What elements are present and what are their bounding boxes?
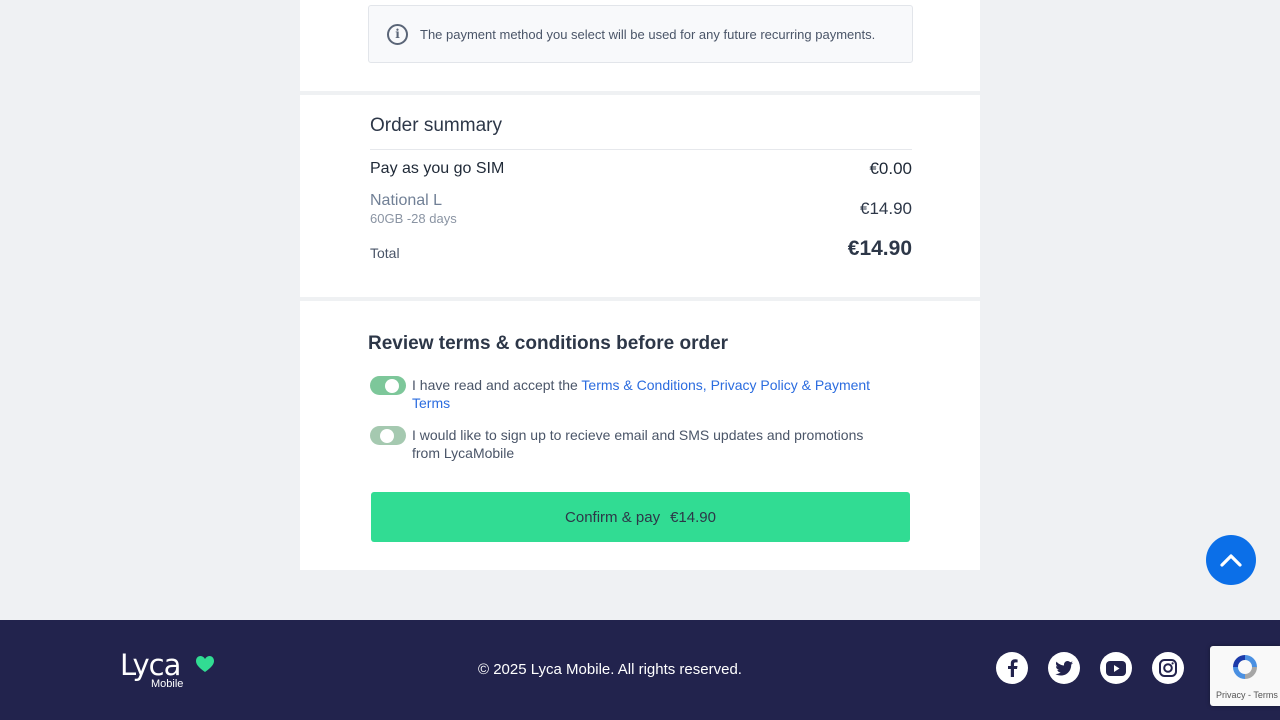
sim-name: Pay as you go SIM	[370, 160, 505, 177]
copyright-text: © 2025 Lyca Mobile. All rights reserved.	[478, 661, 742, 678]
confirm-pay-amount: €14.90	[670, 508, 716, 526]
sim-price: €0.00	[869, 159, 912, 178]
terms-title: Review terms & conditions before order	[368, 333, 729, 354]
toggle-knob	[385, 379, 399, 393]
summary-row-sim: Pay as you go SIM €0.00	[370, 159, 912, 179]
confirm-pay-label: Confirm & pay	[565, 508, 661, 526]
accept-terms-row: I have read and accept the Terms & Condi…	[370, 376, 890, 412]
summary-row-plan: National L 60GB -28 days €14.90	[370, 192, 912, 226]
recaptcha-links[interactable]: Privacy - Terms	[1216, 690, 1278, 700]
marketing-toggle[interactable]	[370, 426, 406, 445]
facebook-icon[interactable]	[996, 652, 1028, 684]
marketing-row: I would like to sign up to recieve email…	[370, 426, 890, 462]
accept-terms-prefix: I have read and accept the	[412, 377, 582, 393]
total-price: €14.90	[847, 237, 912, 260]
logo-subtext: Mobile	[151, 678, 184, 690]
marketing-label: I would like to sign up to recieve email…	[412, 427, 864, 461]
chevron-up-icon	[1220, 554, 1242, 567]
accept-terms-toggle[interactable]	[370, 376, 406, 395]
info-icon: i	[387, 23, 408, 45]
plan-info: National L 60GB -28 days	[370, 192, 457, 226]
confirm-pay-button[interactable]: Confirm & pay €14.90	[371, 492, 910, 542]
logo-wordmark: Lyca	[120, 648, 181, 682]
summary-row-total: Total €14.90	[370, 237, 912, 261]
plan-details: 60GB -28 days	[370, 211, 457, 226]
twitter-icon[interactable]	[1048, 652, 1080, 684]
payment-method-card: i The payment method you select will be …	[300, 0, 980, 91]
plan-price: €14.90	[860, 199, 912, 218]
plan-name: National L	[370, 192, 443, 209]
order-summary-title: Order summary	[370, 115, 502, 136]
order-summary-card: Order summary Pay as you go SIM €0.00 Na…	[300, 95, 980, 297]
youtube-icon[interactable]	[1100, 652, 1132, 684]
total-label: Total	[370, 245, 400, 261]
recurring-payment-text: The payment method you select will be us…	[420, 26, 876, 42]
recurring-payment-notice: i The payment method you select will be …	[368, 5, 913, 63]
instagram-icon[interactable]	[1152, 652, 1184, 684]
footer: Lyca Mobile © 2025 Lyca Mobile. All righ…	[0, 620, 1280, 720]
recaptcha-badge[interactable]: Privacy - Terms	[1210, 646, 1280, 706]
toggle-knob	[380, 429, 394, 443]
scroll-to-top-button[interactable]	[1206, 535, 1256, 585]
heart-icon	[196, 656, 214, 672]
lyca-logo[interactable]: Lyca Mobile	[120, 648, 214, 690]
recaptcha-icon	[1233, 655, 1257, 679]
terms-card: Review terms & conditions before order I…	[300, 301, 980, 570]
accept-terms-label: I have read and accept the Terms & Condi…	[412, 376, 890, 412]
divider	[370, 149, 912, 150]
